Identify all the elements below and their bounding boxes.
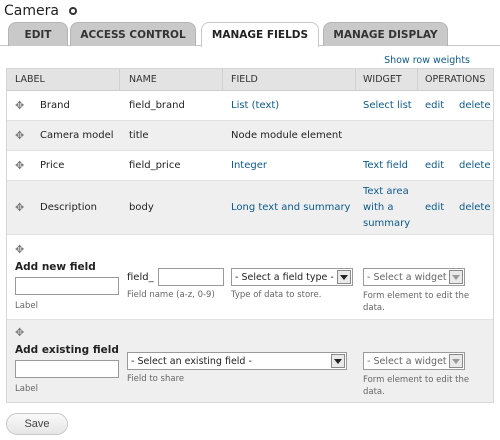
edit-link[interactable]: edit bbox=[425, 181, 444, 234]
add-new-field-row: ✥ Add new field Label field_ Field name … bbox=[7, 235, 493, 320]
delete-link[interactable]: delete bbox=[459, 91, 491, 120]
chevron-down-icon bbox=[331, 354, 345, 368]
header-operations: OPERATIONS bbox=[425, 74, 486, 85]
table-row: ✥ Description body Long text and summary… bbox=[7, 181, 493, 235]
header-label: LABEL bbox=[15, 74, 45, 85]
tab-bar: EDIT ACCESS CONTROL MANAGE FIELDS MANAGE… bbox=[0, 22, 500, 47]
row-label: Price bbox=[40, 160, 65, 171]
row-widget-link[interactable]: Text area with a summary bbox=[363, 184, 410, 232]
new-field-widget-select[interactable]: - Select a widget - bbox=[363, 268, 465, 286]
existing-field-label-hint: Label bbox=[15, 384, 38, 394]
drag-handle-icon[interactable]: ✥ bbox=[15, 326, 24, 339]
add-existing-field-heading: Add existing field bbox=[15, 344, 119, 356]
header-name: NAME bbox=[129, 74, 157, 85]
table-header: LABEL NAME FIELD WIDGET OPERATIONS bbox=[7, 69, 493, 91]
add-existing-field-row: ✥ Add existing field Label - Select an e… bbox=[7, 320, 493, 402]
row-field: Node module element bbox=[231, 130, 343, 141]
edit-link[interactable]: edit bbox=[425, 151, 444, 180]
drag-handle-icon[interactable]: ✥ bbox=[15, 121, 24, 150]
field-type-hint: Type of data to store. bbox=[231, 290, 322, 300]
new-field-name-input[interactable] bbox=[158, 268, 224, 286]
chevron-down-icon bbox=[337, 270, 351, 284]
drag-handle-icon[interactable]: ✥ bbox=[15, 91, 24, 120]
drag-handle-icon[interactable]: ✥ bbox=[15, 151, 24, 180]
tab-manage-display[interactable]: MANAGE DISPLAY bbox=[323, 22, 448, 46]
row-field-link[interactable]: List (text) bbox=[231, 91, 279, 120]
page-title: Camera bbox=[4, 3, 59, 19]
row-widget-link[interactable]: Select list bbox=[363, 91, 412, 120]
table-row: ✥ Price field_price Integer Text field e… bbox=[7, 151, 493, 181]
fields-table: LABEL NAME FIELD WIDGET OPERATIONS ✥ Bra… bbox=[6, 68, 494, 403]
existing-field-widget-select[interactable]: - Select a widget - bbox=[363, 352, 465, 370]
tab-manage-fields[interactable]: MANAGE FIELDS bbox=[201, 22, 319, 47]
header-field: FIELD bbox=[231, 74, 258, 85]
row-label: Brand bbox=[40, 100, 70, 111]
row-name: field_brand bbox=[129, 100, 185, 111]
field-type-select[interactable]: - Select a field type - bbox=[231, 268, 353, 286]
delete-link[interactable]: delete bbox=[459, 151, 491, 180]
show-row-weights-link[interactable]: Show row weights bbox=[384, 55, 470, 66]
existing-field-select[interactable]: - Select an existing field - bbox=[127, 352, 347, 370]
table-row: ✥ Brand field_brand List (text) Select l… bbox=[7, 91, 493, 121]
existing-field-hint: Field to share bbox=[127, 374, 185, 384]
row-field-link[interactable]: Integer bbox=[231, 151, 267, 180]
table-row: ✥ Camera model title Node module element bbox=[7, 121, 493, 151]
drag-handle-icon[interactable]: ✥ bbox=[15, 243, 24, 256]
row-field-link[interactable]: Long text and summary bbox=[231, 181, 350, 234]
new-field-label-input[interactable] bbox=[15, 277, 119, 295]
add-new-field-heading: Add new field bbox=[15, 261, 96, 273]
gear-icon[interactable] bbox=[68, 7, 77, 15]
chevron-down-icon bbox=[449, 354, 463, 368]
page-title-bar: Camera bbox=[4, 2, 77, 20]
new-field-name-hint: Field name (a-z, 0-9) bbox=[127, 290, 215, 300]
row-name: body bbox=[129, 202, 154, 213]
new-field-widget-hint: Form element to edit the data. bbox=[363, 291, 470, 313]
row-name: title bbox=[129, 130, 149, 141]
field-name-prefix: field_ bbox=[127, 272, 154, 283]
row-label: Description bbox=[40, 202, 97, 213]
header-widget: WIDGET bbox=[363, 74, 402, 85]
delete-link[interactable]: delete bbox=[459, 181, 491, 234]
edit-link[interactable]: edit bbox=[425, 91, 444, 120]
tab-access-control[interactable]: ACCESS CONTROL bbox=[70, 22, 196, 46]
drag-handle-icon[interactable]: ✥ bbox=[15, 181, 24, 234]
tab-edit[interactable]: EDIT bbox=[8, 22, 68, 46]
existing-field-widget-hint: Form element to edit the data. bbox=[363, 375, 470, 397]
chevron-down-icon bbox=[449, 270, 463, 284]
existing-field-label-input[interactable] bbox=[15, 360, 119, 378]
row-widget-link[interactable]: Text field bbox=[363, 151, 408, 180]
row-name: field_price bbox=[129, 160, 181, 171]
save-button[interactable]: Save bbox=[6, 413, 68, 435]
row-label: Camera model bbox=[40, 130, 114, 141]
new-field-label-hint: Label bbox=[15, 301, 38, 311]
